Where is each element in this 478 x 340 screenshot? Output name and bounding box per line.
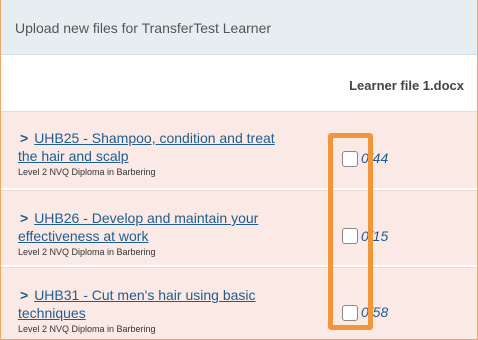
unit-info: > UHB25 - Shampoo, condition and treat th… xyxy=(18,129,318,177)
qualification-label: Level 2 NVQ Diploma in Barbering xyxy=(18,324,156,334)
unit-info: > UHB31 - Cut men's hair using basic tech… xyxy=(18,286,318,334)
criteria-count[interactable]: 0/44 xyxy=(361,150,388,166)
unit-info: > UHB26 - Develop and maintain your effec… xyxy=(18,209,318,257)
unit-checkbox[interactable] xyxy=(342,228,358,244)
upload-panel: Upload new files for TransferTest Learne… xyxy=(0,0,478,340)
panel-title: Upload new files for TransferTest Learne… xyxy=(15,20,272,36)
column-header-row: Learner file 1.docx xyxy=(1,55,477,111)
chevron-right-icon[interactable]: > xyxy=(20,209,28,227)
unit-row: > UHB26 - Develop and maintain your effec… xyxy=(1,190,477,265)
unit-checkbox[interactable] xyxy=(342,305,358,321)
unit-link[interactable]: > UHB31 - Cut men's hair using basic xyxy=(18,286,318,304)
unit-title-line1[interactable]: UHB31 - Cut men's hair using basic xyxy=(34,287,255,303)
qualification-label: Level 2 NVQ Diploma in Barbering xyxy=(18,247,156,257)
unit-checkbox[interactable] xyxy=(342,151,358,167)
unit-row: > UHB31 - Cut men's hair using basic tech… xyxy=(1,267,477,339)
qualification-label: Level 2 NVQ Diploma in Barbering xyxy=(18,167,156,177)
unit-title-line1[interactable]: UHB25 - Shampoo, condition and treat xyxy=(34,130,274,146)
unit-title-line2[interactable]: effectiveness at work xyxy=(18,227,318,245)
panel-header: Upload new files for TransferTest Learne… xyxy=(1,0,477,55)
file-column-header: Learner file 1.docx xyxy=(349,78,464,93)
unit-link[interactable]: > UHB26 - Develop and maintain your xyxy=(18,209,318,227)
criteria-count[interactable]: 0/15 xyxy=(361,228,388,244)
criteria-count[interactable]: 0/58 xyxy=(361,304,388,320)
unit-title-line2[interactable]: the hair and scalp xyxy=(18,147,318,165)
unit-title-line2[interactable]: techniques xyxy=(18,304,318,322)
unit-title-line1[interactable]: UHB26 - Develop and maintain your xyxy=(34,210,258,226)
chevron-right-icon[interactable]: > xyxy=(20,129,28,147)
unit-link[interactable]: > UHB25 - Shampoo, condition and treat xyxy=(18,129,318,147)
chevron-right-icon[interactable]: > xyxy=(20,286,28,304)
unit-row: > UHB25 - Shampoo, condition and treat th… xyxy=(1,111,477,188)
